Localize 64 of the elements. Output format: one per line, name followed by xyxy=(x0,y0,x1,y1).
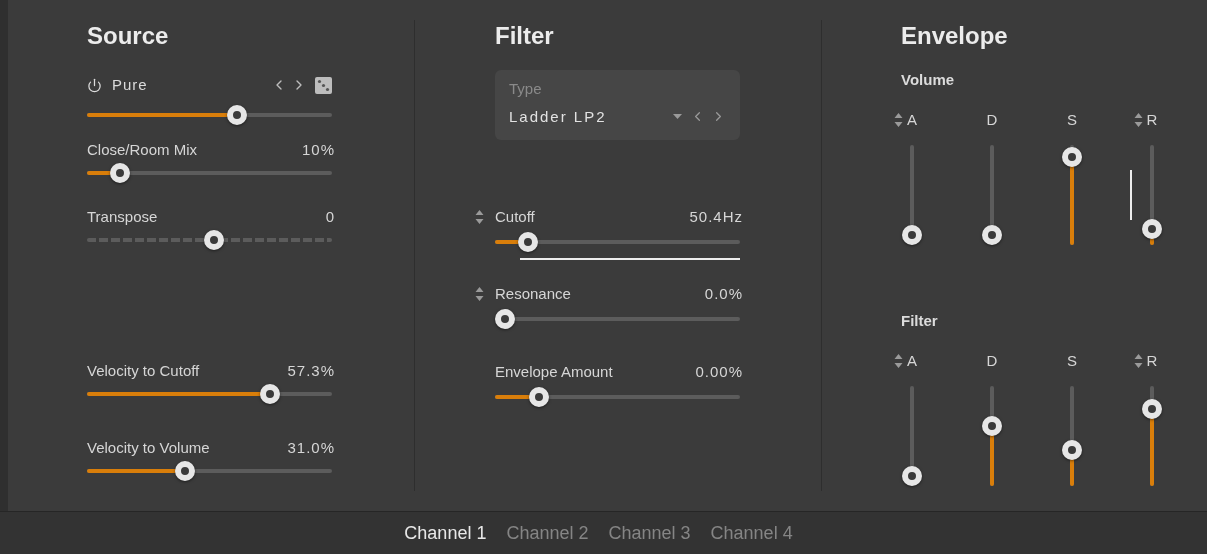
slider-thumb[interactable] xyxy=(1142,219,1162,240)
up-down-arrows-icon[interactable] xyxy=(475,286,484,302)
slider-value: 31.0% xyxy=(287,437,335,458)
preset-name: Pure xyxy=(112,74,148,95)
up-down-arrows-icon[interactable] xyxy=(1133,353,1143,369)
channel-tab[interactable]: Channel 3 xyxy=(608,519,691,547)
up-down-arrows-icon[interactable] xyxy=(475,209,484,225)
section-title: Envelope xyxy=(901,22,1009,50)
stage-label: A xyxy=(907,350,917,371)
stage-label: D xyxy=(986,350,998,371)
stage-label: S xyxy=(1067,109,1077,130)
stage-label: A xyxy=(907,109,917,130)
slider-fill xyxy=(495,395,532,399)
slider-fill xyxy=(1150,238,1154,245)
stage-label: R xyxy=(1146,109,1158,130)
stage-label: R xyxy=(1146,350,1158,371)
slider-label: Velocity to Cutoff xyxy=(87,360,200,381)
slider-label: Cutoff xyxy=(495,206,535,227)
up-down-arrows-icon[interactable] xyxy=(894,353,903,369)
power-icon[interactable] xyxy=(87,77,102,93)
slider-thumb[interactable] xyxy=(528,387,549,407)
slider-label: Transpose xyxy=(87,206,158,227)
up-down-arrows-icon[interactable] xyxy=(1133,112,1143,128)
slider-thumb[interactable] xyxy=(174,461,195,481)
channel-tab[interactable]: Channel 4 xyxy=(710,519,793,547)
filter-type-dropdown[interactable]: Type Ladder LP2 xyxy=(495,70,740,140)
stage-label: S xyxy=(1067,350,1077,371)
dice-icon[interactable] xyxy=(315,76,332,94)
slider-thumb[interactable] xyxy=(982,415,1002,436)
dropdown-label: Type xyxy=(509,79,543,99)
slider-thumb[interactable] xyxy=(1142,398,1162,419)
group-title: Filter xyxy=(901,311,939,331)
slider-value: 0.0% xyxy=(704,283,743,304)
channel-tab[interactable]: Channel 2 xyxy=(506,519,589,547)
slider-thumb[interactable] xyxy=(204,230,224,250)
group-title: Volume xyxy=(901,70,956,90)
slider-label: Resonance xyxy=(495,283,571,304)
slider-thumb[interactable] xyxy=(982,225,1002,245)
channel-tab[interactable]: Channel 1 xyxy=(404,519,487,547)
dropdown-value: Ladder LP2 xyxy=(509,106,607,127)
up-down-arrows-icon[interactable] xyxy=(894,112,903,128)
slider-thumb[interactable] xyxy=(226,105,247,125)
slider-value: 57.3% xyxy=(287,360,335,381)
section-title: Filter xyxy=(495,22,555,50)
slider-label: Envelope Amount xyxy=(495,361,613,382)
slider-value: 0 xyxy=(325,206,335,227)
slider-thumb[interactable] xyxy=(902,466,922,486)
slider-label: Close/Room Mix xyxy=(87,139,198,160)
slider-thumb[interactable] xyxy=(109,163,130,183)
stage-label: D xyxy=(986,109,998,130)
slider-thumb[interactable] xyxy=(495,309,515,329)
slider-fill xyxy=(495,240,520,244)
slider-fill xyxy=(87,171,112,175)
slider-thumb[interactable] xyxy=(517,232,538,252)
slider-value: 0.00% xyxy=(695,361,743,382)
slider-value: 10% xyxy=(301,139,335,160)
section-title: Source xyxy=(87,22,170,50)
slider-thumb[interactable] xyxy=(260,384,281,404)
slider-value: 50.4Hz xyxy=(689,206,743,227)
slider-label: Velocity to Volume xyxy=(87,437,210,458)
slider-thumb[interactable] xyxy=(1062,439,1082,460)
caret-icon[interactable] xyxy=(673,114,682,120)
slider-thumb[interactable] xyxy=(902,225,922,245)
slider-thumb[interactable] xyxy=(1062,147,1082,168)
